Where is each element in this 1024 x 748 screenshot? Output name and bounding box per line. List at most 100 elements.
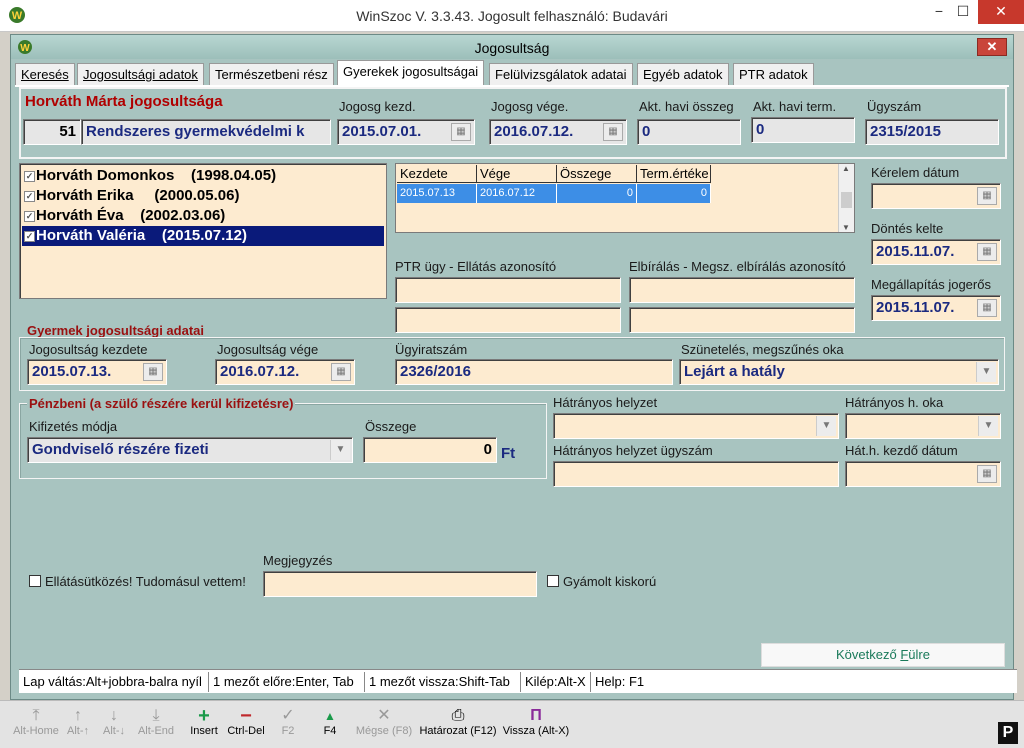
status-bar: Lap váltás:Alt+jobbra-balra nyíl 1 mezőt… [19,669,1017,693]
calendar-icon[interactable]: ▦ [977,243,997,261]
decision-print-button[interactable]: ⎙ Határozat (F12) [418,707,498,737]
start-date-field[interactable]: 2015.07.01. ▦ [337,119,475,145]
jogosultsag-dialog: W Jogosultság ✕ Keresés Jogosultsági ada… [10,34,1017,700]
calendar-icon[interactable]: ▦ [977,299,997,317]
grid-cell[interactable]: 2015.07.13 [397,184,477,203]
eval-id-field-2[interactable] [629,307,855,333]
window-close-button[interactable]: ✕ [978,0,1024,24]
f4-button[interactable]: ▲ F4 [300,707,360,737]
final-date-field[interactable]: 2015.11.07. ▦ [871,295,1001,321]
close-icon: ✕ [377,707,391,724]
grid-header[interactable]: Term.értéke [637,165,711,183]
ptr-id-field-2[interactable] [395,307,621,333]
list-item[interactable]: ✓ Horváth Erika (2000.05.06) [22,186,384,206]
list-item-selected[interactable]: ✓ Horváth Valéria (2015.07.12) [22,226,384,246]
tab-ptr-adatok[interactable]: PTR adatok [733,63,814,85]
next-tab-button[interactable]: Következő Fülre [761,643,1005,667]
disadv-file-field[interactable] [553,461,839,487]
calendar-icon[interactable]: ▦ [143,363,163,381]
status-exit: Kilép:Alt-X [521,672,591,692]
back-button[interactable]: Π Vissza (Alt-X) [500,707,572,737]
scroll-up-icon[interactable]: ▲ [842,164,850,173]
tab-jogosultsagi-adatok[interactable]: Jogosultsági adatok [77,63,204,85]
decision-date-field[interactable]: 2015.11.07. ▦ [871,239,1001,265]
request-date-label: Kérelem dátum [871,165,960,180]
tab-termeszetbeni-resz[interactable]: Természetbeni rész [209,63,334,85]
calendar-icon[interactable]: ▦ [331,363,351,381]
payment-method-label: Kifizetés módja [29,419,118,434]
disadv-start-field[interactable]: ▦ [845,461,1001,487]
payment-method-select[interactable]: Gondviselő részére fizeti ▼ [27,437,353,463]
disadv-reason-select[interactable]: ▼ [845,413,1001,439]
file-number-field[interactable]: 2326/2016 [395,359,673,385]
monthly-amount-field: 0 [637,119,741,145]
note-field[interactable] [263,571,537,597]
grid-cell[interactable]: 0 [557,184,637,203]
tab-egyeb-adatok[interactable]: Egyéb adatok [637,63,729,85]
checkbox-icon[interactable]: ✓ [24,191,35,202]
disadv-file-label: Hátrányos helyzet ügyszám [553,443,713,458]
ptr-id-field-1[interactable] [395,277,621,303]
bottom-toolbar: ⤒ Alt-Home ↑ Alt-↑ ↓ Alt-↓ ⤓ Alt-End + Insert… [0,700,1024,748]
chevron-down-icon[interactable]: ▼ [976,362,996,382]
checkbox-icon[interactable]: ✓ [24,211,35,222]
child-end-field[interactable]: 2016.07.12. ▦ [215,359,355,385]
money-section-title: Pénzbeni (a szülő részére kerül kifizeté… [27,396,296,411]
tab-felulvizsgalatok-adatai[interactable]: Felülvizsgálatok adatai [489,63,633,85]
grid-header[interactable]: Vége [477,165,557,183]
calendar-icon[interactable]: ▦ [451,123,471,141]
cancel-button[interactable]: ✕ Mégse (F8) [354,707,414,737]
grid-header[interactable]: Kezdete [397,165,477,183]
entitlement-heading: Horváth Márta jogosultsága [25,93,223,110]
child-start-label: Jogosultság kezdete [29,342,148,357]
case-number-field: 2315/2015 [865,119,999,145]
list-item[interactable]: ✓ Horváth Éva (2002.03.06) [22,206,384,226]
grid-scrollbar[interactable]: ▲ ▼ [838,164,854,232]
triangle-up-icon: ▲ [324,709,336,723]
calendar-icon[interactable]: ▦ [977,187,997,205]
calendar-icon[interactable]: ▦ [603,123,623,141]
end-date-label: Jogosg vége. [491,99,569,114]
period-grid[interactable]: Kezdete Vége Összege Term.értéke 2015.07… [395,163,855,233]
dialog-close-button[interactable]: ✕ [977,38,1007,56]
children-list[interactable]: ✓ Horváth Domonkos (1998.04.05) ✓ Horváth … [19,163,387,299]
entitlement-code-field: 51 [23,119,81,145]
chevron-down-icon[interactable]: ▼ [816,416,836,436]
maximize-button[interactable]: ☐ [948,0,978,24]
checkbox-icon[interactable]: ✓ [24,171,35,182]
status-help: Help: F1 [595,674,645,689]
scroll-down-icon[interactable]: ▼ [842,223,850,232]
note-label: Megjegyzés [263,553,333,568]
eval-id-label: Elbírálás - Megsz. elbírálás azonosító [629,259,846,274]
amount-field[interactable]: 0 [363,437,497,463]
grid-header[interactable]: Összege [557,165,637,183]
tab-kereses[interactable]: Keresés [15,63,75,85]
conflict-checkbox[interactable] [29,575,41,587]
final-date-label: Megállapítás jogerős [871,277,991,292]
dialog-titlebar: W Jogosultság ✕ [11,35,1013,59]
checkbox-icon[interactable]: ✓ [24,231,35,242]
chevron-down-icon[interactable]: ▼ [978,416,998,436]
grid-cell[interactable]: 2016.07.12 [477,184,557,203]
currency-label: Ft [501,445,516,462]
case-number-label: Ügyszám [867,99,922,114]
window-title: WinSzoc V. 3.3.43. Jogosult felhasználó:… [356,8,668,24]
end-date-field[interactable]: 2016.07.12. ▦ [489,119,627,145]
grid-cell[interactable]: 0 [637,184,711,203]
chevron-down-icon[interactable]: ▼ [330,440,350,460]
conflict-label: Ellátásütközés! Tudomásul vettem! [45,574,246,589]
child-start-field[interactable]: 2015.07.13. ▦ [27,359,167,385]
dialog-title: Jogosultság [474,40,550,56]
status-prev-field: 1 mezőt vissza:Shift-Tab [365,672,521,692]
list-item[interactable]: ✓ Horváth Domonkos (1998.04.05) [22,166,384,186]
request-date-field[interactable]: ▦ [871,183,1001,209]
scroll-thumb[interactable] [841,192,852,208]
start-date-label: Jogosg kezd. [339,99,416,114]
p-badge: P [998,722,1018,744]
tab-gyerekek-jogosultsagai[interactable]: Gyerekek jogosultságai [337,60,485,86]
disadv-select[interactable]: ▼ [553,413,839,439]
ward-checkbox[interactable] [547,575,559,587]
eval-id-field-1[interactable] [629,277,855,303]
calendar-icon[interactable]: ▦ [977,465,997,483]
termination-reason-select[interactable]: Lejárt a hatály ▼ [679,359,999,385]
